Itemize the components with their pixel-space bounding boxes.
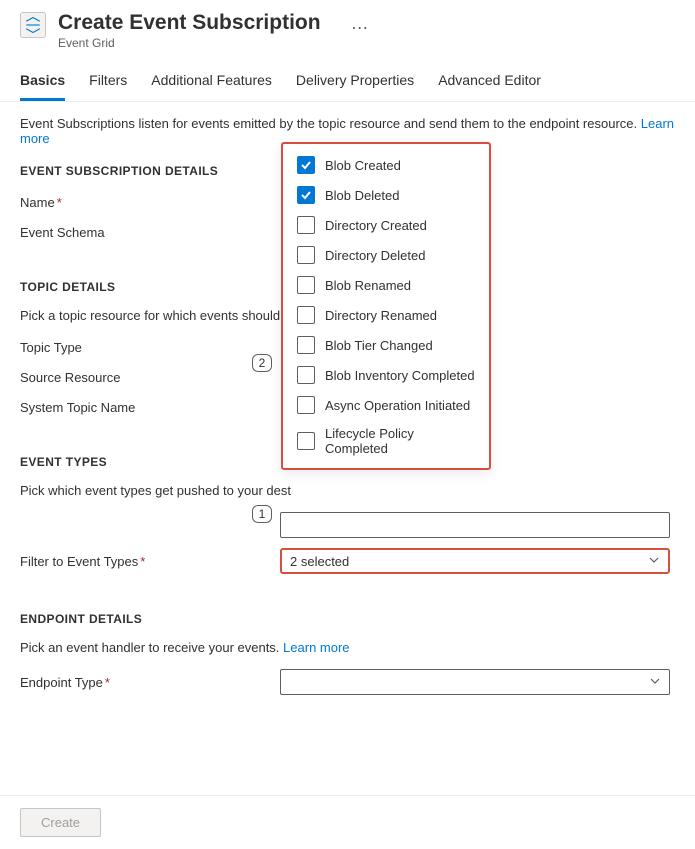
event-type-option[interactable]: Lifecycle Policy Completed [283, 420, 489, 462]
label-filter-event-types: Filter to Event Types* [20, 554, 280, 569]
label-event-schema: Event Schema [20, 225, 280, 240]
tab-additional-features[interactable]: Additional Features [151, 64, 272, 101]
event-grid-icon [20, 12, 46, 38]
event-type-option[interactable]: Directory Created [283, 210, 489, 240]
page-subtitle: Event Grid [58, 36, 321, 50]
event-type-option-label: Blob Tier Changed [325, 338, 433, 353]
checkbox-icon [297, 336, 315, 354]
event-type-option[interactable]: Directory Renamed [283, 300, 489, 330]
event-type-option[interactable]: Blob Deleted [283, 180, 489, 210]
page-header: Create Event Subscription Event Grid … [0, 0, 695, 56]
event-type-option[interactable]: Directory Deleted [283, 240, 489, 270]
tab-bar: Basics Filters Additional Features Deliv… [0, 56, 695, 102]
event-type-option-label: Blob Deleted [325, 188, 399, 203]
label-source-resource: Source Resource [20, 370, 280, 385]
event-type-option[interactable]: Blob Renamed [283, 270, 489, 300]
chevron-down-icon [648, 554, 660, 569]
filter-selected-text: 2 selected [290, 554, 349, 569]
annotation-step-2: 2 [252, 354, 272, 372]
chevron-down-icon [649, 675, 661, 690]
tab-delivery-properties[interactable]: Delivery Properties [296, 64, 414, 101]
checkbox-icon [297, 216, 315, 234]
event-type-option-label: Async Operation Initiated [325, 398, 470, 413]
checkbox-icon [297, 156, 315, 174]
event-types-input[interactable] [280, 512, 670, 538]
tab-advanced-editor[interactable]: Advanced Editor [438, 64, 541, 101]
checkbox-icon [297, 396, 315, 414]
checkbox-icon [297, 306, 315, 324]
checkbox-icon [297, 186, 315, 204]
create-button[interactable]: Create [20, 808, 101, 837]
event-type-option[interactable]: Blob Created [283, 150, 489, 180]
more-actions-button[interactable]: … [351, 14, 369, 32]
checkbox-icon [297, 246, 315, 264]
page-title: Create Event Subscription [58, 10, 321, 35]
filter-event-types-dropdown[interactable]: 2 selected [280, 548, 670, 574]
event-type-option[interactable]: Async Operation Initiated [283, 390, 489, 420]
event-types-desc: Pick which event types get pushed to you… [20, 483, 675, 498]
tab-basics[interactable]: Basics [20, 64, 65, 101]
label-endpoint-type: Endpoint Type* [20, 675, 280, 690]
label-name: Name* [20, 195, 280, 210]
event-types-popup: Blob Created Blob Deleted Directory Create… [281, 142, 491, 470]
event-type-option[interactable]: Blob Tier Changed [283, 330, 489, 360]
checkbox-icon [297, 432, 315, 450]
checkbox-icon [297, 366, 315, 384]
event-type-option-label: Lifecycle Policy Completed [325, 426, 475, 456]
endpoint-type-dropdown[interactable] [280, 669, 670, 695]
footer-bar: Create [0, 795, 695, 849]
event-type-option-label: Directory Deleted [325, 248, 425, 263]
event-type-option-label: Directory Created [325, 218, 427, 233]
label-system-topic-name: System Topic Name [20, 400, 280, 415]
section-endpoint-details: ENDPOINT DETAILS [20, 612, 675, 626]
event-type-option-label: Blob Renamed [325, 278, 411, 293]
endpoint-desc: Pick an event handler to receive your ev… [20, 640, 675, 655]
checkbox-icon [297, 276, 315, 294]
annotation-step-1: 1 [252, 505, 272, 523]
label-topic-type: Topic Type [20, 340, 280, 355]
event-type-option-label: Blob Inventory Completed [325, 368, 475, 383]
endpoint-learn-more-link[interactable]: Learn more [283, 640, 349, 655]
event-type-option-label: Directory Renamed [325, 308, 437, 323]
event-type-option-label: Blob Created [325, 158, 401, 173]
tab-filters[interactable]: Filters [89, 64, 127, 101]
event-type-option[interactable]: Blob Inventory Completed [283, 360, 489, 390]
